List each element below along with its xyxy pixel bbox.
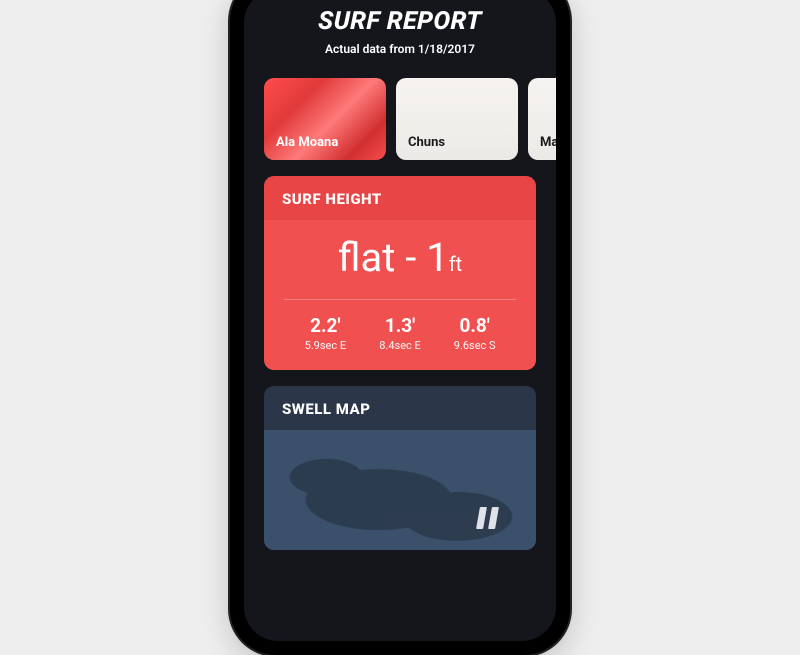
divider [284, 299, 516, 300]
spot-card-maka[interactable]: Maka [528, 78, 556, 160]
reading-value: 0.8' [437, 314, 512, 337]
reading-value: 2.2' [288, 314, 363, 337]
surf-height-body: flat - 1ft 2.2' 5.9sec E 1.3' 8.4sec E [264, 220, 536, 370]
reading-meta: 9.6sec S [437, 339, 512, 352]
surf-height-summary: flat - 1ft [282, 228, 518, 299]
spot-label: Ala Moana [276, 135, 338, 150]
spot-card-ala-moana[interactable]: Ala Moana [264, 78, 386, 160]
swell-readings: 2.2' 5.9sec E 1.3' 8.4sec E 0.8' 9.6sec … [282, 314, 518, 352]
page-subtitle: Actual data from 1/18/2017 [244, 42, 556, 56]
surf-height-unit: ft [449, 252, 463, 276]
spot-label: Maka [540, 135, 556, 150]
surf-height-card: SURF HEIGHT flat - 1ft 2.2' 5.9sec E 1.3… [264, 176, 536, 370]
surf-height-header: SURF HEIGHT [264, 176, 536, 220]
pause-bar [488, 507, 499, 529]
spot-label: Chuns [408, 135, 445, 150]
app-content: SURF REPORT Actual data from 1/18/2017 A… [244, 0, 556, 550]
spot-card-chuns[interactable]: Chuns [396, 78, 518, 160]
reading-2: 1.3' 8.4sec E [363, 314, 438, 352]
reading-1: 2.2' 5.9sec E [288, 314, 363, 352]
swell-map-body[interactable] [264, 430, 536, 550]
phone-frame: SURF REPORT Actual data from 1/18/2017 A… [230, 0, 570, 655]
pause-icon[interactable] [476, 506, 504, 530]
page-title: SURF REPORT [244, 7, 556, 36]
reading-3: 0.8' 9.6sec S [437, 314, 512, 352]
swell-map-header: SWELL MAP [264, 386, 536, 430]
reading-meta: 5.9sec E [288, 339, 363, 352]
reading-meta: 8.4sec E [363, 339, 438, 352]
surf-height-value: flat - 1 [338, 234, 449, 281]
spot-carousel[interactable]: Ala Moana Chuns Maka [244, 56, 556, 160]
phone-screen: SURF REPORT Actual data from 1/18/2017 A… [244, 0, 556, 641]
reading-value: 1.3' [363, 314, 438, 337]
map-island-shape [274, 438, 536, 550]
swell-map-card: SWELL MAP [264, 386, 536, 550]
